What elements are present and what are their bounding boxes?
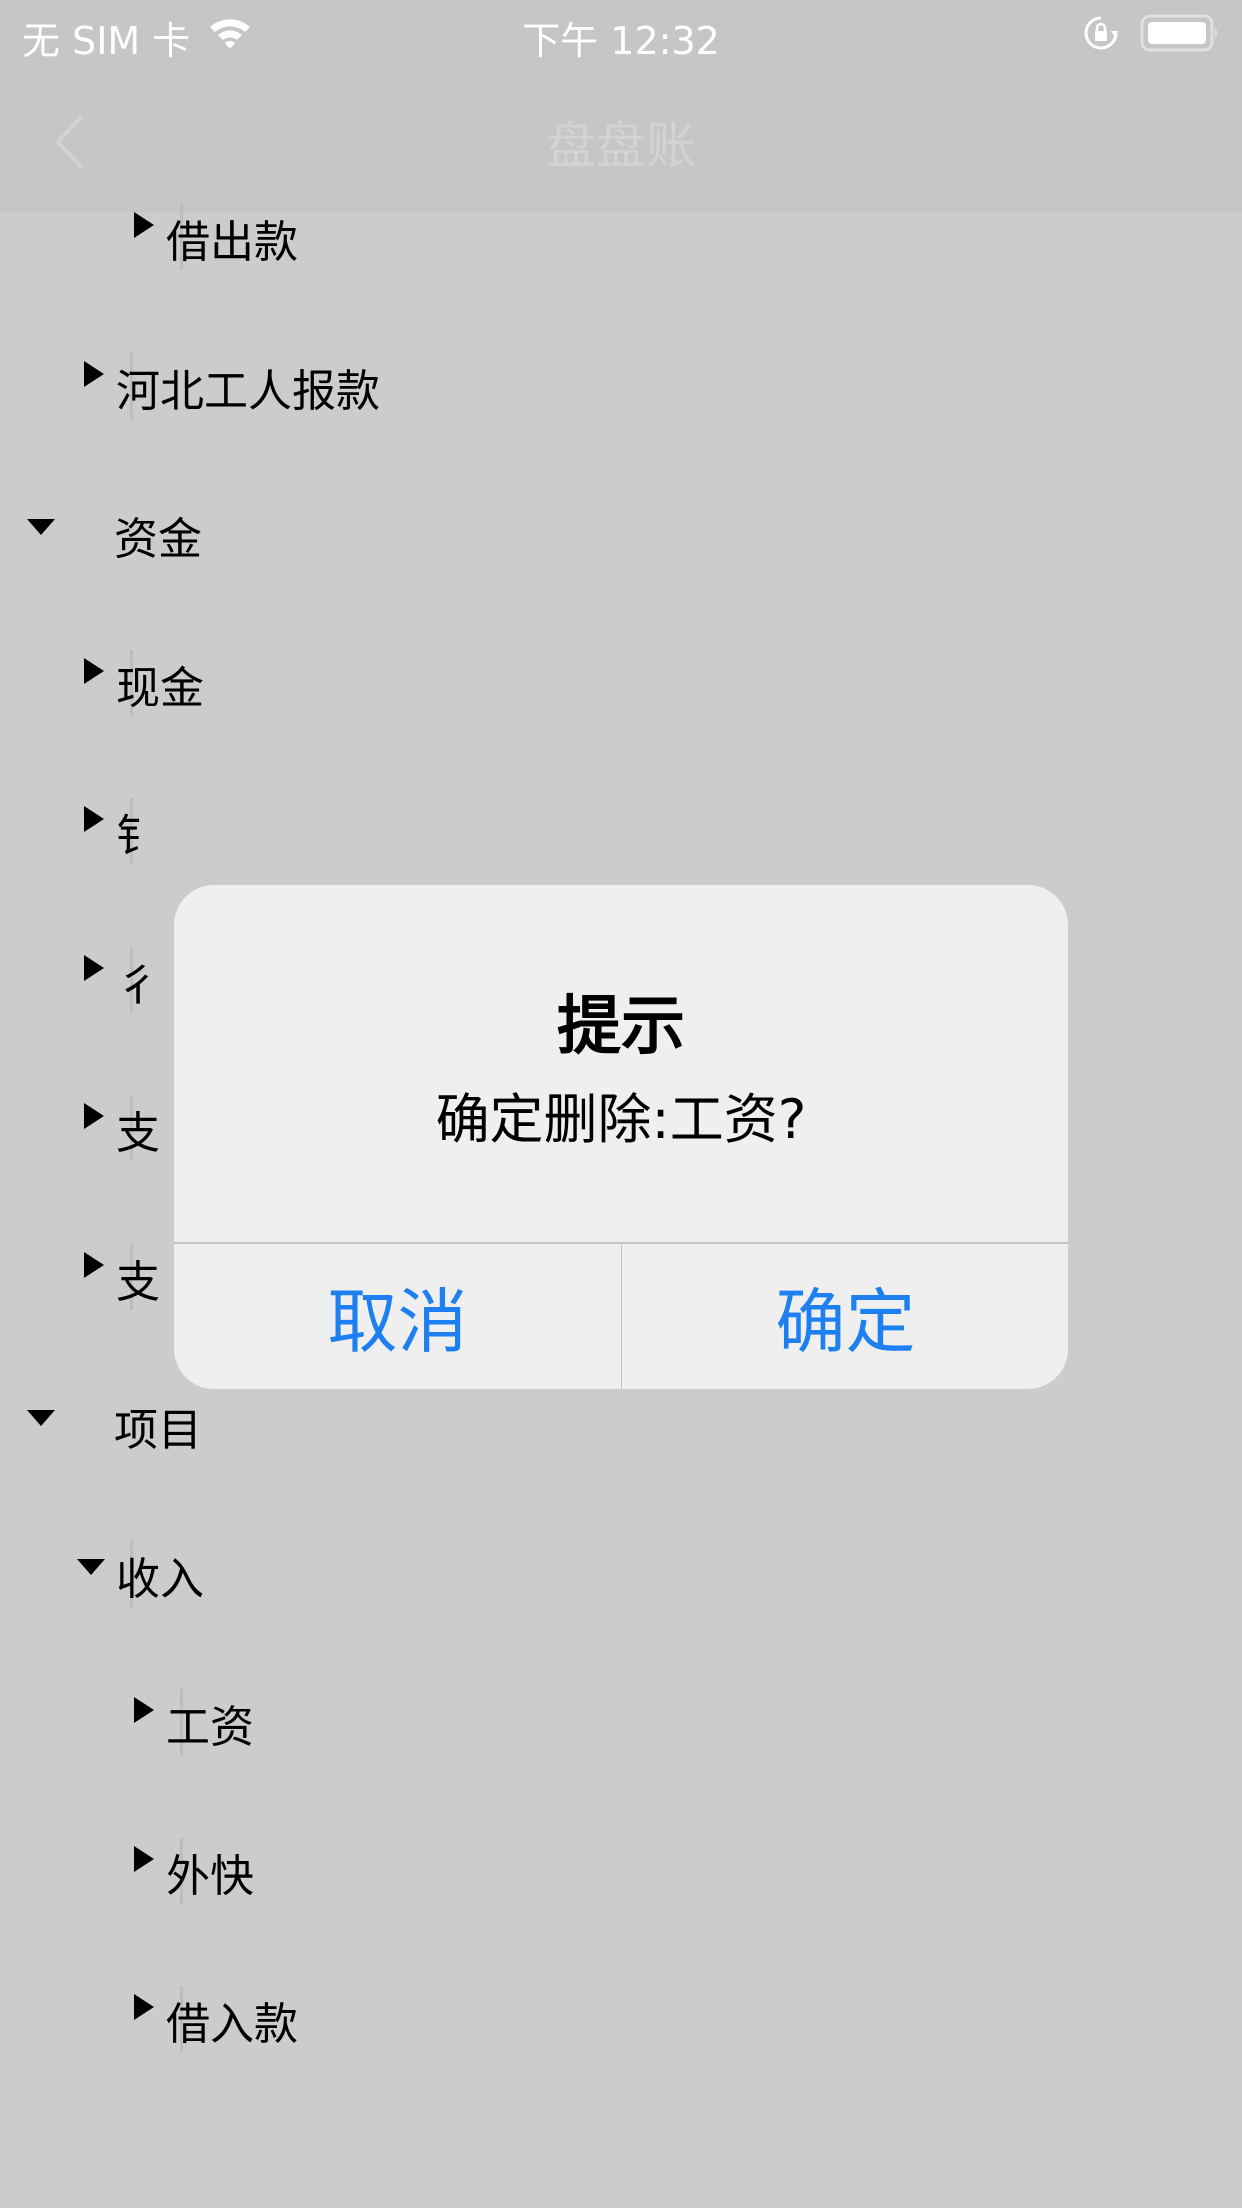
status-right (1082, 14, 1220, 56)
caret-right-icon[interactable] (134, 1845, 154, 1872)
tree-item-label: 资金 (114, 514, 202, 565)
caret-down-icon[interactable] (27, 1410, 55, 1426)
caret-down-icon[interactable] (77, 1558, 105, 1575)
caret-right-icon[interactable] (84, 1103, 104, 1129)
tree-item-label: 收入 (116, 1553, 204, 1605)
caret-right-icon[interactable] (84, 1251, 104, 1278)
caret-right-icon[interactable] (84, 806, 104, 832)
tree-item[interactable]: 项目 (0, 1400, 1242, 1548)
tree-item-label: 支 (116, 1256, 160, 1308)
status-bar: 无 SIM 卡 下午 12:32 (0, 0, 1242, 66)
caret-right-icon[interactable] (134, 212, 154, 238)
tree-item-label: 河北工人报款 (116, 365, 380, 417)
tree-item[interactable]: 外快 (0, 1837, 1242, 1994)
dialog-title: 提示 (557, 990, 685, 1064)
tree-item-label: 外快 (166, 1850, 254, 1902)
caret-right-icon[interactable] (84, 954, 104, 981)
tree-item[interactable]: 借入款 (0, 1986, 1242, 2142)
caret-right-icon[interactable] (84, 657, 104, 684)
caret-right-icon[interactable] (134, 1994, 154, 2020)
confirm-delete-dialog: 提示 确定删除:工资? 取消 确定 (174, 885, 1068, 1389)
tree-item-label: 借入款 (166, 1999, 298, 2050)
tree-item-label: 现金 (116, 662, 204, 714)
caret-down-icon[interactable] (27, 519, 55, 535)
tree-item-label: 项目 (114, 1405, 202, 1456)
confirm-button[interactable]: 确定 (622, 1244, 1068, 1389)
tree-item-label: 支 (116, 1108, 160, 1159)
nav-bar: 盘盘账 (0, 66, 1242, 212)
dialog-message: 确定删除:工资? (435, 1088, 807, 1151)
tree-item-label: 借出款 (166, 217, 298, 268)
tree-item[interactable]: 工资 (0, 1689, 1242, 1845)
tree-item[interactable]: 收入 (0, 1540, 1242, 1697)
tree-item[interactable]: 河北工人报款 (0, 352, 1242, 509)
orientation-lock-icon (1082, 14, 1120, 56)
tree-item[interactable]: 现金 (0, 649, 1242, 806)
caret-right-icon[interactable] (134, 1697, 154, 1723)
page-title: 盘盘账 (546, 117, 696, 175)
tree-item-label: 钅 (116, 811, 160, 862)
caret-right-icon[interactable] (84, 360, 104, 387)
tree-item[interactable]: 借出款 (0, 204, 1242, 360)
battery-icon (1140, 14, 1220, 56)
tree-item-label: 工资 (166, 1702, 254, 1753)
cancel-button[interactable]: 取消 (174, 1244, 621, 1389)
clock: 下午 12:32 (522, 19, 720, 63)
tree-item[interactable]: 资金 (0, 509, 1242, 657)
tree-item-label: 彳 (116, 959, 160, 1011)
